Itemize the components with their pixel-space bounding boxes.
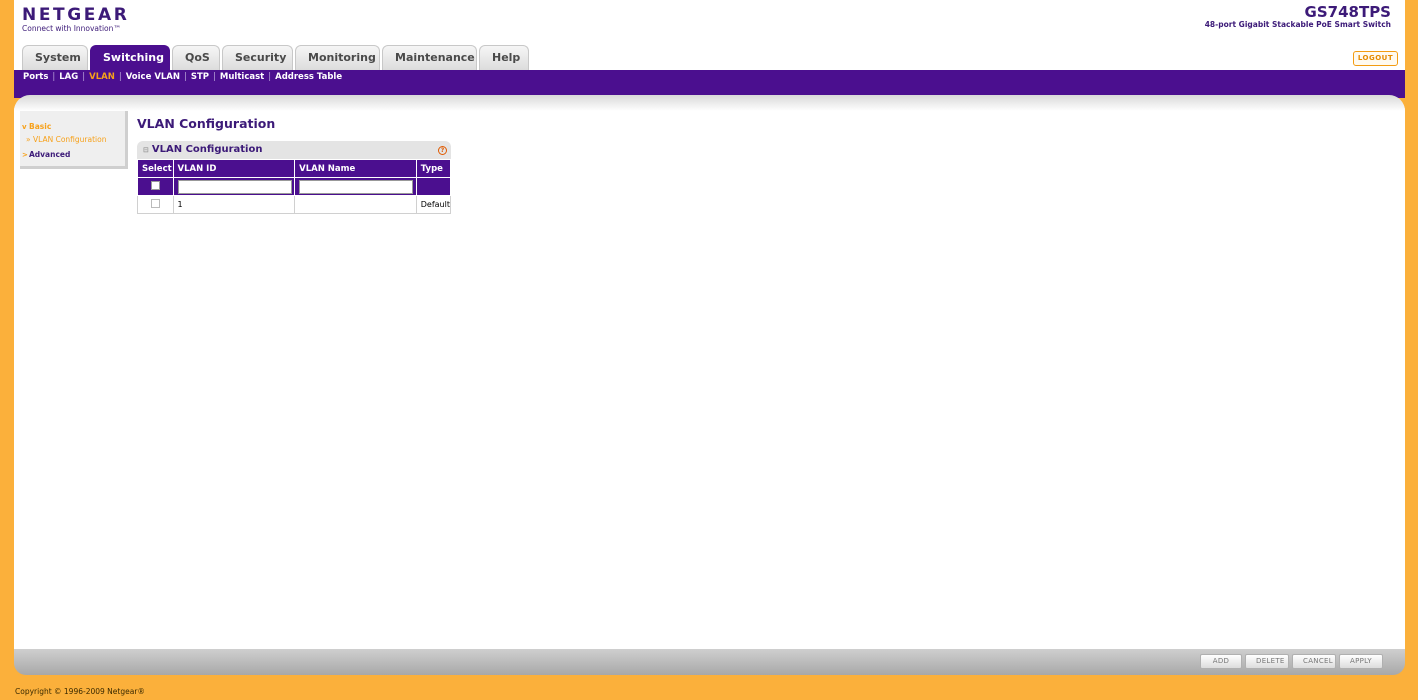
cancel-button[interactable]: CANCEL: [1292, 654, 1336, 669]
subnav-separator: |: [268, 72, 272, 82]
sidebar-item-basic-label: Basic: [29, 122, 52, 131]
table-header-row: Select VLAN ID VLAN Name Type: [137, 159, 452, 178]
select-all-cell: [137, 177, 174, 196]
sidebar: v Basic » VLAN Configuration >Advanced: [20, 111, 128, 169]
subnav-separator: |: [52, 72, 56, 82]
app-shell: NETGEAR Connect with Innovation™ GS748TP…: [14, 0, 1405, 700]
model-description: 48-port Gigabit Stackable PoE Smart Swit…: [1204, 20, 1391, 29]
column-header-type: Type: [415, 159, 452, 178]
row-select-cell: [137, 195, 174, 214]
column-header-select: Select: [137, 159, 174, 178]
add-vlan-row: [137, 177, 452, 196]
table-row: 1 Default: [137, 195, 452, 214]
panel-title: VLAN Configuration: [151, 144, 263, 155]
type-input-cell: [415, 177, 452, 196]
collapse-icon[interactable]: ⊟: [143, 146, 149, 154]
add-button[interactable]: ADD: [1200, 654, 1242, 669]
sidebar-item-basic[interactable]: v Basic: [22, 122, 51, 131]
column-header-vlan-name: VLAN Name: [294, 159, 417, 178]
type-cell: Default: [415, 195, 452, 214]
vlan-table: Select VLAN ID VLAN Name Type 1 Default: [137, 159, 452, 214]
main-tabs: System Switching QoS Security Monitoring…: [22, 45, 529, 70]
tab-help[interactable]: Help: [479, 45, 529, 70]
subnav-bar: Ports | LAG | VLAN | Voice VLAN | STP | …: [14, 70, 1405, 98]
tab-switching[interactable]: Switching: [90, 45, 170, 70]
select-all-checkbox[interactable]: [150, 181, 160, 190]
subnav-separator: |: [118, 72, 122, 82]
action-bar: ADD DELETE CANCEL APPLY: [14, 649, 1405, 675]
tab-monitoring[interactable]: Monitoring: [295, 45, 380, 70]
logo-tagline: Connect with Innovation™: [22, 24, 121, 33]
vlan-id-input-cell: [172, 177, 296, 196]
chevron-down-icon: v: [22, 123, 27, 131]
subnav: Ports | LAG | VLAN | Voice VLAN | STP | …: [23, 72, 342, 82]
netgear-logo: NETGEAR: [22, 5, 130, 25]
delete-button[interactable]: DELETE: [1245, 654, 1289, 669]
chevron-right-icon: >: [22, 151, 28, 159]
content-top-edge: [14, 95, 1405, 111]
help-icon[interactable]: ?: [438, 146, 447, 155]
action-buttons: ADD DELETE CANCEL APPLY: [1200, 654, 1383, 669]
subnav-separator: |: [213, 72, 216, 82]
subnav-vlan[interactable]: VLAN: [89, 72, 115, 82]
tab-security[interactable]: Security: [222, 45, 293, 70]
subnav-multicast[interactable]: Multicast: [220, 72, 264, 82]
logout-button[interactable]: LOGOUT: [1353, 51, 1398, 66]
tab-maintenance[interactable]: Maintenance: [382, 45, 477, 70]
subnav-ports[interactable]: Ports: [23, 72, 48, 82]
tab-qos[interactable]: QoS: [172, 45, 220, 70]
tab-system[interactable]: System: [22, 45, 88, 70]
vlan-name-input[interactable]: [299, 179, 414, 194]
subnav-lag[interactable]: LAG: [59, 72, 78, 82]
sidebar-item-vlan-configuration[interactable]: » VLAN Configuration: [26, 135, 106, 144]
vlan-name-cell: [294, 195, 417, 214]
column-header-vlan-id: VLAN ID: [172, 159, 296, 178]
vlan-id-cell: 1: [172, 195, 296, 214]
row-select-checkbox[interactable]: [150, 199, 160, 208]
model-name: GS748TPS: [1304, 3, 1391, 21]
sidebar-item-advanced-label: Advanced: [29, 150, 71, 159]
header: NETGEAR Connect with Innovation™ GS748TP…: [14, 0, 1405, 70]
copyright: Copyright © 1996-2009 Netgear®: [15, 687, 145, 696]
subnav-voice-vlan[interactable]: Voice VLAN: [126, 72, 180, 82]
subnav-separator: |: [82, 72, 86, 82]
vlan-id-input[interactable]: [177, 179, 292, 194]
panel-header: ⊟ VLAN Configuration ?: [137, 141, 451, 159]
page-title: VLAN Configuration: [137, 116, 276, 131]
subnav-address-table[interactable]: Address Table: [275, 72, 342, 82]
subnav-separator: |: [184, 72, 187, 82]
vlan-name-input-cell: [294, 177, 417, 196]
sidebar-item-advanced[interactable]: >Advanced: [22, 150, 70, 159]
subnav-stp[interactable]: STP: [191, 72, 209, 82]
vlan-config-panel: ⊟ VLAN Configuration ? Select VLAN ID VLA…: [137, 141, 452, 214]
apply-button[interactable]: APPLY: [1339, 654, 1383, 669]
